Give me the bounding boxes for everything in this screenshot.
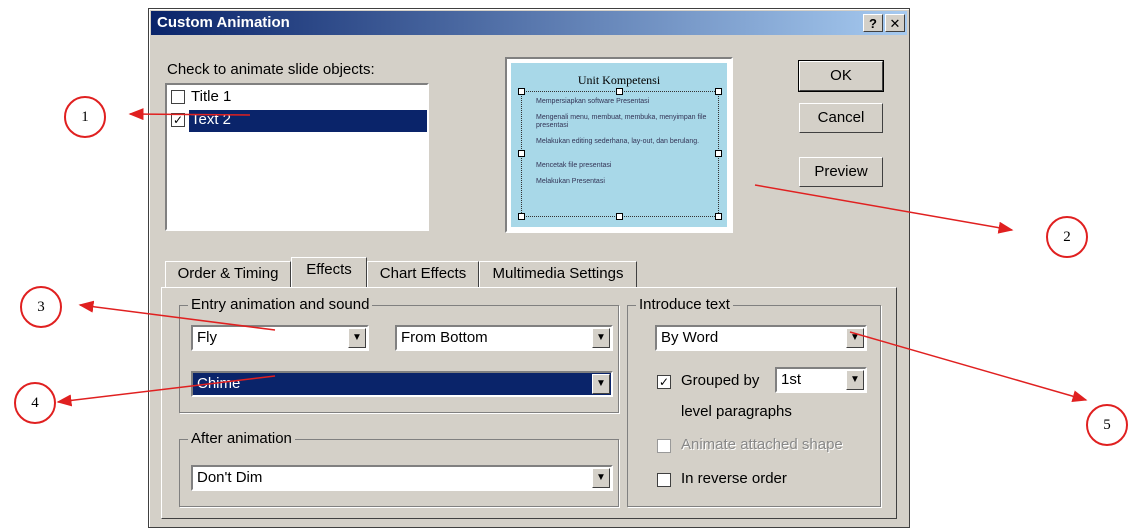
callout-4: 4: [14, 382, 56, 424]
dropdown-arrow-icon[interactable]: ▼: [846, 370, 864, 390]
resize-handle: [518, 213, 525, 220]
introduce-text-legend: Introduce text: [636, 296, 733, 313]
entry-effect-dropdown[interactable]: Fly ▼: [191, 325, 369, 351]
grouped-by-label: Grouped by: [681, 372, 760, 389]
tab-multimedia-settings[interactable]: Multimedia Settings: [479, 261, 637, 287]
callout-3: 3: [20, 286, 62, 328]
checkbox-text-2[interactable]: ✓: [171, 113, 185, 127]
resize-handle: [715, 88, 722, 95]
after-animation-value: Don't Dim: [197, 469, 263, 486]
callout-5: 5: [1086, 404, 1128, 446]
list-item-label: Title 1: [191, 88, 232, 105]
slide-bullet: Melakukan editing sederhana, lay-out, da…: [536, 138, 700, 145]
list-item-label: Text 2: [191, 111, 232, 128]
custom-animation-dialog: Custom Animation ? ✕ Check to animate sl…: [148, 8, 910, 528]
entry-effect-value: Fly: [197, 329, 217, 346]
objects-list[interactable]: Title 1 ✓ Text 2: [165, 83, 429, 231]
level-paragraphs-label: level paragraphs: [681, 403, 792, 420]
help-button[interactable]: ?: [863, 14, 883, 32]
after-animation-dropdown[interactable]: Don't Dim ▼: [191, 465, 613, 491]
slide-bullet: Mempersiapkan software Presentasi: [536, 98, 650, 105]
slide-preview: Unit Kompetensi Mempersiapkan software P…: [505, 57, 733, 233]
resize-handle: [715, 150, 722, 157]
grouped-level-value: 1st: [781, 371, 802, 388]
tab-order-timing[interactable]: Order & Timing: [165, 261, 291, 287]
animate-attached-label: Animate attached shape: [681, 436, 843, 453]
introduce-text-value: By Word: [661, 329, 719, 346]
sound-value: Chime: [197, 375, 241, 392]
resize-handle: [518, 150, 525, 157]
tab-chart-effects[interactable]: Chart Effects: [367, 261, 479, 287]
title-bar: Custom Animation ? ✕: [151, 11, 907, 35]
slide-bullet: Mencetak file presentasi: [536, 162, 612, 169]
list-item-text-2[interactable]: ✓ Text 2: [169, 110, 427, 132]
tab-effects[interactable]: Effects: [291, 257, 367, 287]
close-button[interactable]: ✕: [885, 14, 905, 32]
callout-2: 2: [1046, 216, 1088, 258]
cancel-button[interactable]: Cancel: [799, 103, 883, 133]
after-animation-legend: After animation: [188, 430, 295, 447]
resize-handle: [715, 213, 722, 220]
entry-animation-legend: Entry animation and sound: [188, 296, 373, 313]
list-item-title-1[interactable]: Title 1: [169, 87, 425, 109]
slide-title: Unit Kompetensi: [577, 73, 661, 87]
slide-bullet: Melakukan Presentasi: [536, 178, 605, 185]
text-placeholder-box: Mempersiapkan software Presentasi Mengen…: [518, 88, 722, 220]
dropdown-arrow-icon[interactable]: ▼: [348, 328, 366, 348]
dropdown-arrow-icon[interactable]: ▼: [592, 468, 610, 488]
animate-attached-checkbox[interactable]: [657, 439, 671, 453]
dropdown-arrow-icon[interactable]: ▼: [846, 328, 864, 348]
resize-handle: [518, 88, 525, 95]
dialog-title: Custom Animation: [157, 14, 290, 31]
entry-direction-value: From Bottom: [401, 329, 488, 346]
dropdown-arrow-icon[interactable]: ▼: [592, 374, 610, 394]
resize-handle: [616, 213, 623, 220]
grouped-by-checkbox[interactable]: ✓: [657, 375, 671, 389]
preview-button[interactable]: Preview: [799, 157, 883, 187]
ok-button[interactable]: OK: [798, 60, 884, 92]
slide-thumbnail: Unit Kompetensi Mempersiapkan software P…: [511, 63, 727, 227]
checkbox-title-1[interactable]: [171, 90, 185, 104]
entry-direction-dropdown[interactable]: From Bottom ▼: [395, 325, 613, 351]
reverse-order-label: In reverse order: [681, 470, 787, 487]
reverse-order-checkbox[interactable]: [657, 473, 671, 487]
dropdown-arrow-icon[interactable]: ▼: [592, 328, 610, 348]
resize-handle: [616, 88, 623, 95]
grouped-level-dropdown[interactable]: 1st ▼: [775, 367, 867, 393]
objects-label: Check to animate slide objects:: [167, 61, 375, 78]
sound-dropdown[interactable]: Chime ▼: [191, 371, 613, 397]
slide-bullet: Mengenali menu, membuat, membuka, menyim…: [536, 114, 707, 129]
callout-1: 1: [64, 96, 106, 138]
introduce-text-dropdown[interactable]: By Word ▼: [655, 325, 867, 351]
